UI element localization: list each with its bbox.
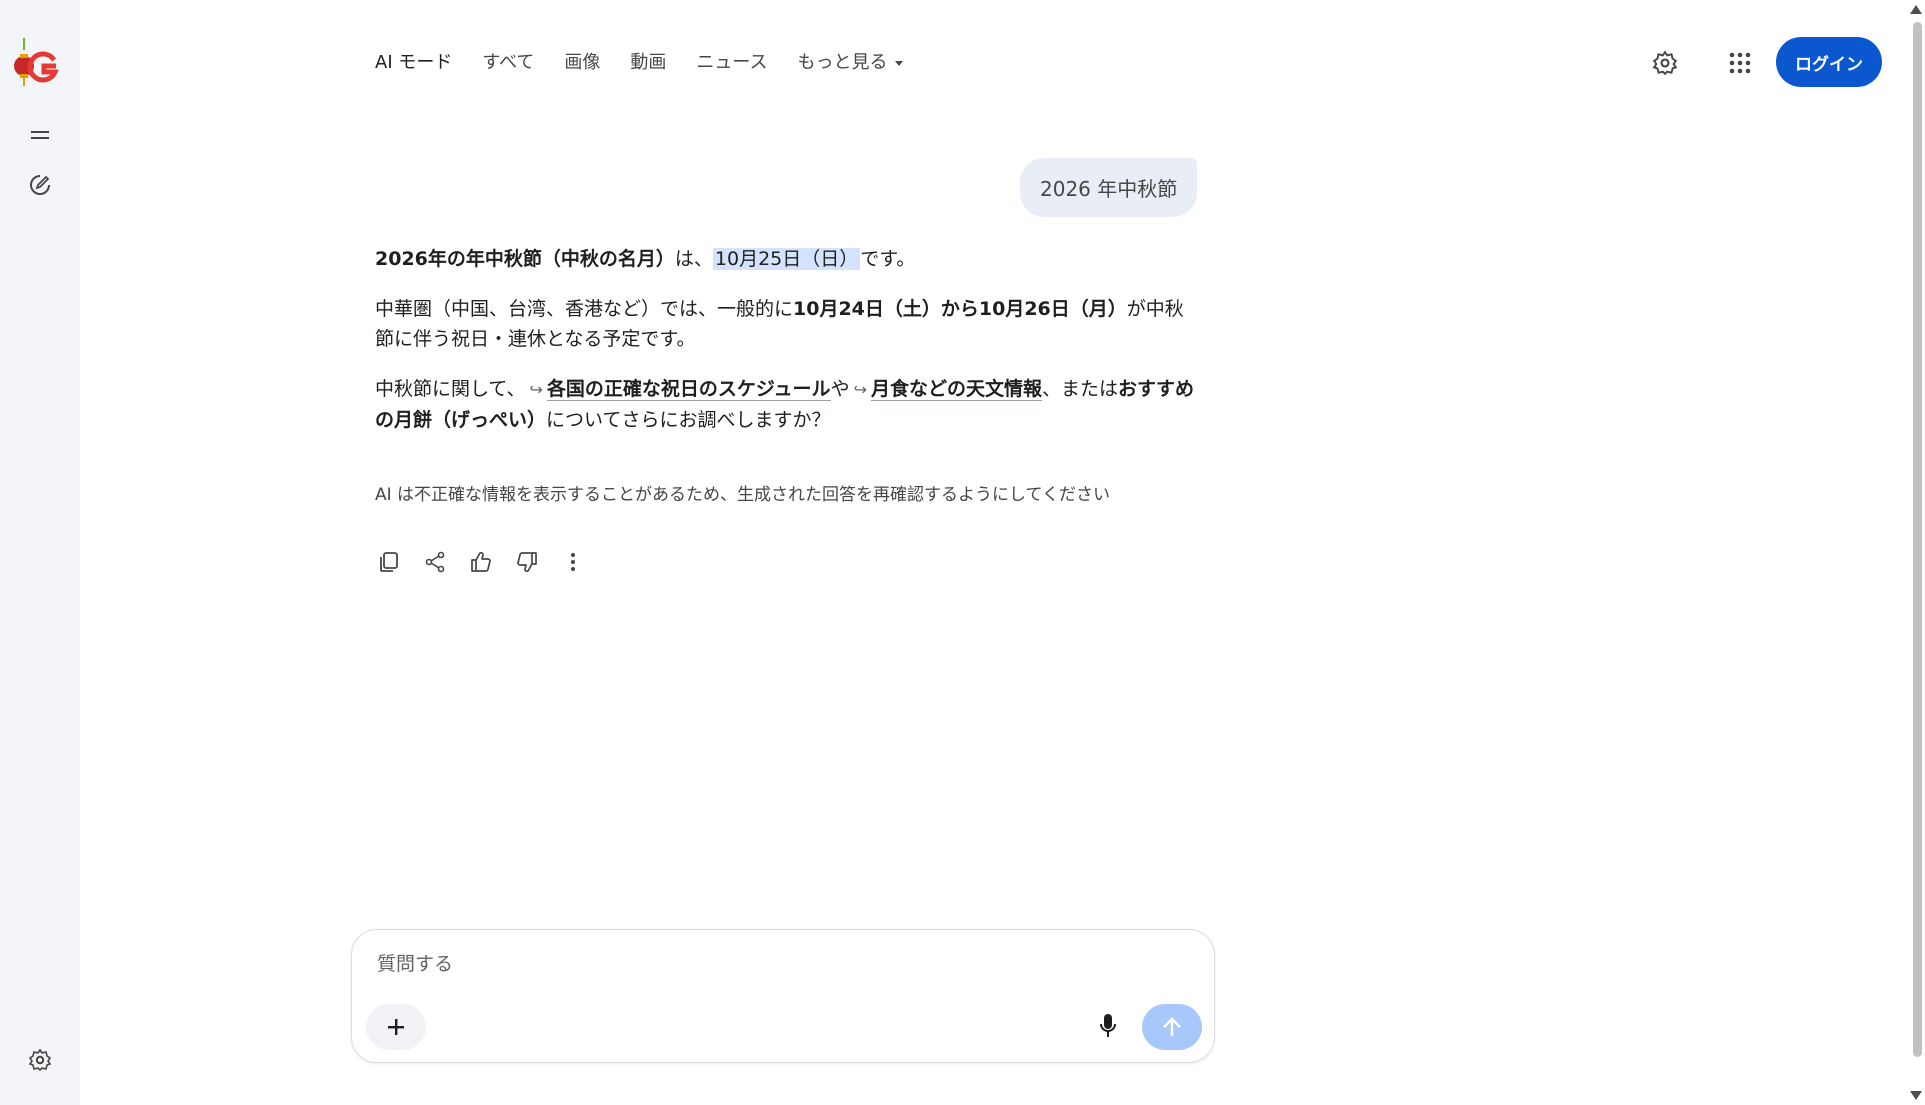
- tab-more[interactable]: もっと見る: [797, 48, 904, 74]
- answer-bold-text: 10月24日（土）から10月26日（月）: [793, 298, 1127, 320]
- search-mode-tabs: AI モード すべて 画像 動画 ニュース もっと見る: [375, 48, 933, 74]
- login-button[interactable]: ログイン: [1776, 37, 1882, 87]
- scroll-down-icon[interactable]: [1910, 1091, 1922, 1100]
- answer-text: 中華圏（中国、台湾、香港など）では、一般的に: [375, 298, 794, 320]
- ask-composer: [351, 929, 1215, 1063]
- answer-paragraph-1: 2026年の年中秋節（中秋の名月）は、 10月25日（日） です。: [375, 244, 1195, 274]
- chevron-down-icon: [895, 60, 904, 66]
- follow-up-link-holidays[interactable]: 各国の正確な祝日のスケジュール: [546, 378, 831, 401]
- microphone-icon[interactable]: [1088, 1006, 1128, 1046]
- follow-up-link-astronomy[interactable]: 月食などの天文情報: [870, 378, 1042, 401]
- plus-icon: [388, 1019, 404, 1035]
- google-logo-icon[interactable]: [14, 36, 62, 88]
- ai-disclaimer: AI は不正確な情報を表示することがあるため、生成された回答を再確認するようにし…: [375, 485, 1111, 505]
- user-query-bubble: 2026 年中秋節: [1020, 158, 1198, 217]
- answer-text: や: [830, 378, 850, 400]
- answer-text: です。: [860, 248, 916, 270]
- add-attachment-button[interactable]: [366, 1004, 426, 1050]
- answer-paragraph-3: 中秋節に関して、 ↪ 各国の正確な祝日のスケジュールや ↪ 月食などの天文情報、またはお…: [375, 374, 1195, 435]
- answer-bold-text: 2026年の年中秋節（中秋の名月）: [375, 248, 675, 270]
- tab-all[interactable]: すべて: [482, 48, 534, 74]
- answer-text: 中秋節に関して、: [375, 378, 526, 400]
- scroll-up-icon[interactable]: [1910, 5, 1922, 14]
- more-options-icon[interactable]: [557, 546, 589, 578]
- tab-more-label: もっと見る: [797, 52, 888, 73]
- follow-up-arrow-icon: ↪: [529, 380, 543, 399]
- answer-text: 、または: [1042, 378, 1119, 400]
- copy-icon[interactable]: [373, 546, 405, 578]
- new-chat-icon[interactable]: [20, 165, 60, 205]
- sidebar: [0, 0, 80, 1105]
- ask-input[interactable]: [375, 948, 1179, 980]
- ai-answer: 2026年の年中秋節（中秋の名月）は、 10月25日（日） です。 中華圏（中国、台…: [375, 244, 1195, 455]
- follow-up-arrow-icon: ↪: [853, 380, 867, 399]
- highlighted-date: 10月25日（日）: [712, 248, 861, 270]
- answer-actions: [373, 546, 589, 578]
- settings-gear-icon[interactable]: [1645, 43, 1685, 83]
- page-scrollbar[interactable]: [1909, 0, 1925, 1105]
- settings-icon[interactable]: [20, 1040, 60, 1080]
- tab-ai-mode[interactable]: AI モード: [375, 48, 452, 74]
- arrow-up-icon: [1163, 1017, 1181, 1036]
- scroll-thumb[interactable]: [1913, 22, 1922, 1057]
- answer-paragraph-2: 中華圏（中国、台湾、香港など）では、一般的に10月24日（土）から10月26日（…: [375, 294, 1195, 354]
- send-button[interactable]: [1142, 1004, 1202, 1050]
- tab-images[interactable]: 画像: [564, 48, 600, 74]
- tab-news[interactable]: ニュース: [696, 48, 767, 74]
- share-icon[interactable]: [419, 546, 451, 578]
- thumbs-down-icon[interactable]: [511, 546, 543, 578]
- menu-icon[interactable]: [20, 115, 60, 155]
- answer-text: は、: [674, 248, 713, 270]
- tab-videos[interactable]: 動画: [630, 48, 666, 74]
- apps-grid-icon[interactable]: [1720, 43, 1760, 83]
- answer-text: についてさらにお調べしますか？: [546, 409, 831, 431]
- thumbs-up-icon[interactable]: [465, 546, 497, 578]
